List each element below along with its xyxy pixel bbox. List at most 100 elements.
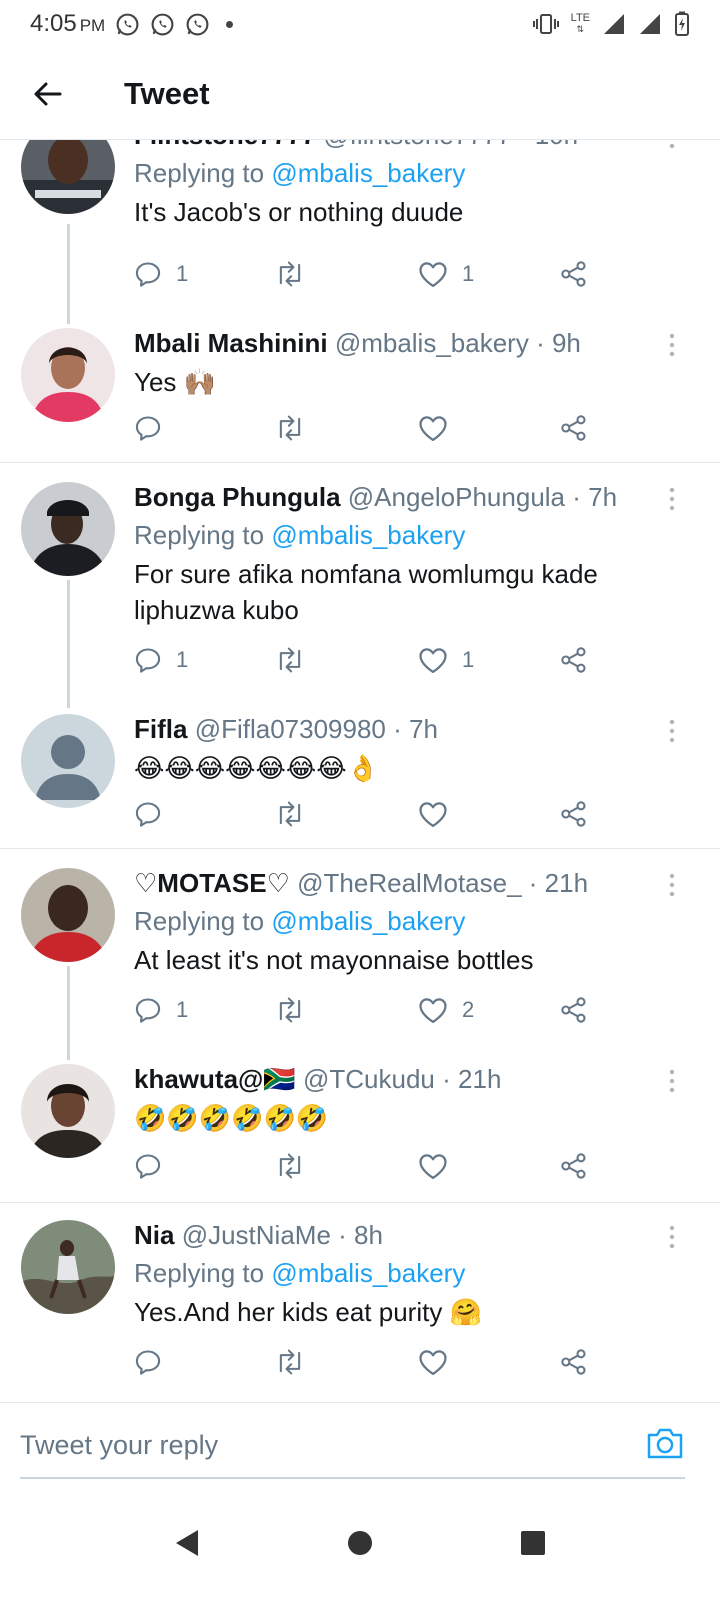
more-options-button[interactable] (662, 1068, 682, 1094)
more-vertical-icon (669, 873, 675, 897)
reply-count: 1 (176, 997, 189, 1022)
reply-button[interactable]: 1 (134, 254, 188, 294)
square-recents-icon (521, 1531, 546, 1555)
more-options-button[interactable] (662, 486, 682, 512)
reply-button[interactable] (134, 794, 176, 834)
avatar[interactable] (21, 140, 115, 214)
camera-button[interactable] (646, 1425, 686, 1465)
handle[interactable]: @mbalis_bakery (335, 328, 529, 358)
whatsapp-icon (116, 13, 139, 35)
tweet-text: For sure afika nomfana womlumgu kade lip… (134, 559, 598, 625)
reply-button[interactable] (134, 1146, 176, 1186)
reply-button[interactable]: 1 (134, 990, 188, 1030)
like-count: 2 (462, 997, 475, 1022)
avatar[interactable] (21, 1220, 115, 1314)
handle[interactable]: @TheRealMotase_ (297, 868, 521, 898)
like-button[interactable] (418, 1146, 462, 1186)
avatar[interactable] (21, 328, 115, 422)
handle[interactable]: @JustNiaMe (182, 1220, 331, 1250)
display-name[interactable]: Fifla (134, 714, 187, 744)
share-icon (561, 415, 586, 441)
display-name[interactable]: Flintstone7777 (134, 140, 316, 150)
like-button[interactable] (418, 1342, 462, 1382)
tweet-header: Bonga Phungula @AngeloPhungula · 7h (134, 482, 650, 514)
handle[interactable]: @AngeloPhungula (348, 482, 565, 512)
avatar[interactable] (21, 1064, 115, 1158)
tweet-actions (134, 408, 594, 448)
nav-home-button[interactable] (330, 1513, 390, 1573)
retweet-button[interactable] (274, 990, 306, 1030)
more-options-button[interactable] (662, 718, 682, 744)
more-options-button[interactable] (662, 140, 682, 150)
tweet-body: khawuta@🇿🇦 @TCukudu · 21h 🤣🤣🤣🤣🤣🤣 (134, 1064, 650, 1136)
retweet-button[interactable] (274, 1146, 306, 1186)
share-button[interactable] (560, 1146, 588, 1186)
back-button[interactable] (20, 66, 76, 122)
mention-link[interactable]: @mbalis_bakery (271, 1258, 465, 1288)
more-options-button[interactable] (662, 332, 682, 358)
mention-link[interactable]: @mbalis_bakery (271, 520, 465, 550)
share-button[interactable] (560, 254, 588, 294)
retweet-button[interactable] (274, 1342, 306, 1382)
lte-arrows-icon: ⇅ (576, 24, 585, 34)
mention-link[interactable]: @mbalis_bakery (271, 158, 465, 188)
app-header: Tweet (0, 48, 720, 140)
retweet-icon (279, 647, 301, 673)
replying-to-line: Replying to @mbalis_bakery (134, 1256, 650, 1290)
status-time-value: 4:05 (30, 10, 77, 37)
like-button[interactable]: 1 (418, 254, 474, 294)
nav-recents-button[interactable] (503, 1513, 563, 1573)
reply-feed[interactable]: Flintstone7777 @flintstone7777 · 10h Rep… (0, 140, 720, 1402)
reply-input[interactable] (20, 1417, 620, 1473)
tweet-body: ♡MOTASE♡ @TheRealMotase_ · 21h Replying … (134, 868, 650, 978)
display-name[interactable]: Nia (134, 1220, 174, 1250)
whatsapp-icon (186, 13, 209, 35)
timestamp: · 8h (338, 1220, 383, 1250)
nav-back-button[interactable] (157, 1513, 217, 1573)
avatar[interactable] (21, 714, 115, 808)
tweet-body: Mbali Mashinini @mbalis_bakery · 9h Yes … (134, 328, 650, 400)
heart-icon (419, 416, 447, 441)
share-button[interactable] (560, 640, 588, 680)
retweet-icon (279, 997, 301, 1023)
reply-count: 1 (176, 647, 189, 672)
display-name[interactable]: ♡MOTASE♡ (134, 868, 290, 898)
share-button[interactable] (560, 794, 588, 834)
triangle-back-icon (175, 1530, 198, 1556)
like-count: 1 (462, 647, 475, 672)
tweet-header: Mbali Mashinini @mbalis_bakery · 9h (134, 328, 650, 360)
display-name[interactable]: khawuta@🇿🇦 (134, 1064, 296, 1094)
replying-to-line: Replying to @mbalis_bakery (134, 156, 650, 190)
avatar[interactable] (21, 868, 115, 962)
retweet-button[interactable] (274, 254, 306, 294)
handle[interactable]: @Fifla07309980 (195, 714, 386, 744)
like-button[interactable] (418, 794, 462, 834)
share-button[interactable] (560, 990, 588, 1030)
heart-icon (419, 998, 447, 1023)
mention-link[interactable]: @mbalis_bakery (271, 906, 465, 936)
more-options-button[interactable] (662, 872, 682, 898)
avatar[interactable] (21, 482, 115, 576)
display-name[interactable]: Bonga Phungula (134, 482, 341, 512)
reply-button[interactable] (134, 1342, 176, 1382)
reply-button[interactable] (134, 408, 176, 448)
retweet-button[interactable] (274, 794, 306, 834)
share-button[interactable] (560, 1342, 588, 1382)
tweet-text: 🤣🤣🤣🤣🤣🤣 (134, 1103, 329, 1133)
share-button[interactable] (560, 408, 588, 448)
retweet-button[interactable] (274, 408, 306, 448)
notification-dot-icon (226, 20, 234, 28)
retweet-button[interactable] (274, 640, 306, 680)
handle[interactable]: @flintstone7777 (323, 140, 511, 150)
more-vertical-icon (669, 719, 675, 743)
like-button[interactable] (418, 408, 462, 448)
retweet-icon (279, 1153, 301, 1179)
display-name[interactable]: Mbali Mashinini (134, 328, 328, 358)
share-icon (561, 997, 586, 1023)
more-options-button[interactable] (662, 1224, 682, 1250)
thread-line (67, 224, 70, 324)
like-button[interactable]: 2 (418, 990, 474, 1030)
like-button[interactable]: 1 (418, 640, 474, 680)
reply-button[interactable]: 1 (134, 640, 188, 680)
handle[interactable]: @TCukudu (303, 1064, 435, 1094)
